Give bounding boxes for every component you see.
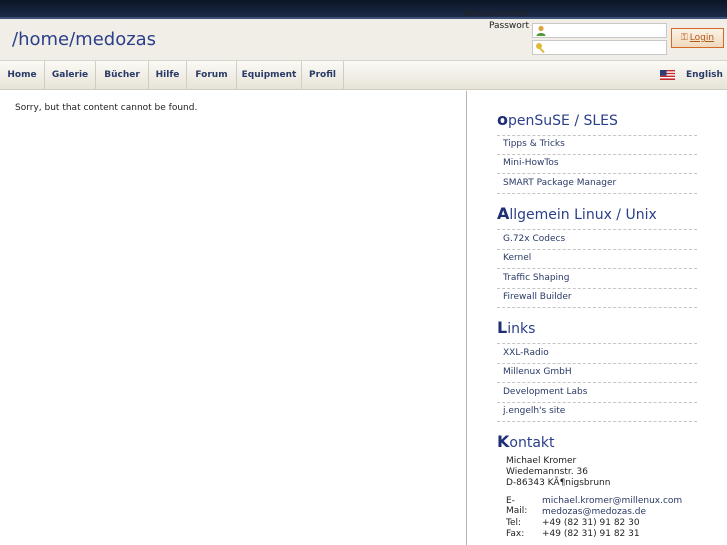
login-button[interactable]: ⚿ Login (671, 28, 724, 48)
nav-forum[interactable]: Forum (187, 61, 237, 90)
link-traffic-shaping[interactable]: Traffic Shaping (503, 273, 569, 283)
section-cap: K (497, 432, 510, 451)
divider (497, 154, 697, 155)
password-field-wrap (532, 40, 667, 55)
fax-value: +49 (82 31) 91 82 31 (542, 529, 640, 539)
contact-street: Wiedemannstr. 36 (506, 467, 588, 477)
fax-label: Fax: (506, 529, 525, 539)
main-content: Sorry, but that content cannot be found. (0, 91, 466, 545)
section-rest: ontakt (509, 435, 555, 451)
divider (497, 135, 697, 136)
nav-home[interactable]: Home (0, 61, 45, 90)
divider (497, 288, 697, 289)
login-button-label: Login (689, 33, 715, 43)
section-rest: inks (507, 321, 536, 337)
nav-galerie[interactable]: Galerie (45, 61, 96, 90)
link-g72x-codecs[interactable]: G.72x Codecs (503, 234, 565, 244)
login-fields (532, 23, 667, 57)
contact-name: Michael Kromer (506, 456, 577, 466)
not-found-message: Sorry, but that content cannot be found. (15, 103, 198, 113)
email-label: E-Mail: (506, 496, 528, 516)
section-title-kontakt: Kontakt (497, 432, 555, 451)
sidebar: openSuSE / SLES Tipps & Tricks Mini-HowT… (466, 91, 727, 545)
login-labels: Benutzername Passwort (463, 8, 529, 32)
section-rest: penSuSE / SLES (508, 113, 618, 129)
password-input[interactable] (549, 41, 665, 54)
section-cap: o (497, 110, 508, 129)
divider (497, 249, 697, 250)
lock-icon: ⚿ (680, 33, 688, 43)
username-field-wrap (532, 23, 667, 38)
link-jengelh-site[interactable]: j.engelh's site (503, 406, 565, 416)
link-mini-howtos[interactable]: Mini-HowTos (503, 158, 559, 168)
link-firewall-builder[interactable]: Firewall Builder (503, 292, 572, 302)
link-smart-package-manager[interactable]: SMART Package Manager (503, 178, 616, 188)
divider (497, 268, 697, 269)
language-english[interactable]: English (686, 61, 723, 90)
email-link-2[interactable]: medozas@medozas.de (542, 507, 646, 517)
divider (497, 402, 697, 403)
link-kernel[interactable]: Kernel (503, 253, 531, 263)
link-xxl-radio[interactable]: XXL-Radio (503, 348, 549, 358)
divider (497, 307, 697, 308)
user-icon (536, 25, 546, 36)
username-label: Benutzername (463, 9, 529, 19)
divider (497, 343, 697, 344)
divider (497, 193, 697, 194)
section-rest: llgemein Linux / Unix (509, 207, 657, 223)
key-icon (536, 43, 545, 54)
nav-hilfe[interactable]: Hilfe (149, 61, 187, 90)
divider (497, 229, 697, 230)
nav-equipment[interactable]: Equipment (237, 61, 302, 90)
email-link-1[interactable]: michael.kromer@millenux.com (542, 496, 682, 506)
section-cap: L (497, 318, 508, 337)
section-title-opensuse: openSuSE / SLES (497, 110, 618, 129)
contact-city: D-86343 KÃ¶nigsbrunn (506, 478, 611, 488)
nav-bar: Home Galerie Bücher Hilfe Forum Equipmen… (0, 60, 727, 90)
link-millenux[interactable]: Millenux GmbH (503, 367, 572, 377)
section-title-linux-unix: Allgemein Linux / Unix (497, 204, 657, 223)
divider (497, 421, 697, 422)
nav-buecher[interactable]: Bücher (96, 61, 149, 90)
password-label: Passwort (488, 21, 529, 31)
us-flag-icon[interactable] (660, 70, 675, 80)
divider (497, 173, 697, 174)
tel-label: Tel: (506, 518, 522, 528)
site-title[interactable]: /home/medozas (12, 29, 156, 50)
divider (497, 382, 697, 383)
top-bar (0, 0, 727, 19)
nav-profil[interactable]: Profil (302, 61, 344, 90)
link-tipps-tricks[interactable]: Tipps & Tricks (503, 139, 565, 149)
section-cap: A (497, 204, 510, 223)
username-input[interactable] (549, 24, 665, 37)
section-title-links: Links (497, 318, 535, 337)
link-development-labs[interactable]: Development Labs (503, 387, 587, 397)
tel-value: +49 (82 31) 91 82 30 (542, 518, 640, 528)
divider (497, 363, 697, 364)
